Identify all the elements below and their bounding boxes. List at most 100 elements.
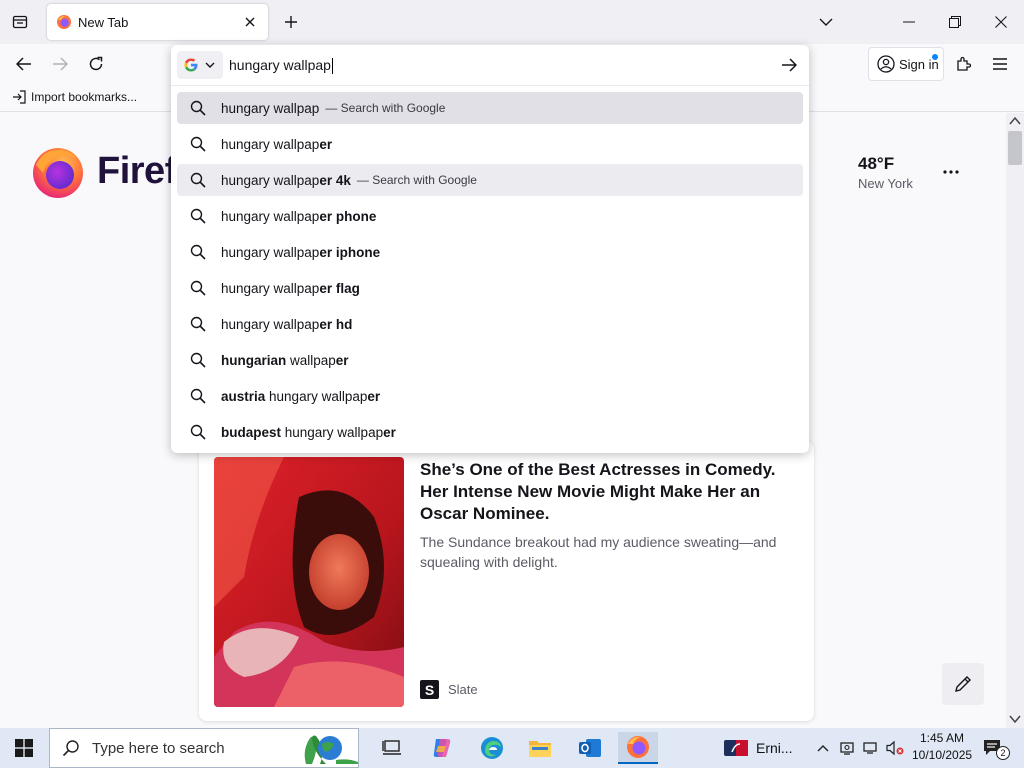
search-icon	[190, 244, 206, 260]
new-tab-button[interactable]	[277, 8, 305, 36]
scrollbar-thumb[interactable]	[1008, 131, 1022, 165]
close-window-button[interactable]	[978, 0, 1024, 44]
scroll-up-arrow-icon[interactable]	[1009, 116, 1021, 126]
chevron-up-icon	[817, 745, 829, 752]
page-scrollbar[interactable]	[1006, 113, 1024, 728]
mlb-icon	[724, 740, 748, 756]
import-bookmarks-label: Import bookmarks...	[31, 90, 138, 104]
suggestion-row[interactable]: hungary wallpaper flag	[177, 272, 803, 304]
start-button[interactable]	[0, 728, 48, 768]
suggestion-completion: er flag	[319, 280, 360, 296]
suggestion-text: hungarian wallpaper	[221, 353, 349, 368]
chevron-down-icon	[819, 18, 833, 26]
volume-button[interactable]	[884, 732, 906, 764]
search-icon	[190, 316, 206, 332]
extensions-button[interactable]	[948, 48, 980, 80]
suggestion-row[interactable]: hungary wallpap — Search with Google	[177, 92, 803, 124]
taskbar-search-placeholder: Type here to search	[92, 739, 225, 757]
suggestion-completion: er	[335, 352, 349, 368]
file-explorer-button[interactable]	[520, 732, 560, 764]
suggestion-completion: er phone	[319, 208, 377, 224]
suggestion-typed-part: hungary wallpap	[221, 280, 320, 296]
close-tab-button[interactable]	[238, 10, 262, 34]
clock-button[interactable]: 1:45 AM 10/10/2025	[912, 731, 972, 762]
news-widget-button[interactable]: Erni...	[716, 732, 800, 764]
search-highlight-icon	[304, 735, 358, 764]
suggestion-row[interactable]: hungary wallpaper hd	[177, 308, 803, 340]
app-menu-button[interactable]	[984, 48, 1016, 80]
suggestion-row[interactable]: hungarian wallpaper	[177, 344, 803, 376]
outlook-icon	[579, 739, 601, 757]
urlbar-divider	[171, 85, 809, 86]
search-icon	[190, 424, 206, 440]
suggestion-row[interactable]: budapest hungary wallpaper	[177, 416, 803, 448]
list-all-tabs-button[interactable]	[812, 8, 840, 36]
story-title[interactable]: She’s One of the Best Actresses in Comed…	[420, 459, 800, 525]
suggestion-text: hungary wallpaper hd	[221, 317, 352, 332]
urlbar-input-value: hungary wallpap	[229, 57, 331, 73]
sign-in-button[interactable]: Sign in	[868, 47, 944, 81]
suggestion-row[interactable]: hungary wallpaper phone	[177, 200, 803, 232]
weather-city: New York	[858, 176, 913, 191]
plus-icon	[285, 16, 297, 28]
firefox-favicon-icon	[57, 15, 71, 29]
firefox-view-button[interactable]	[4, 6, 36, 38]
back-button[interactable]	[8, 48, 40, 80]
search-icon	[190, 208, 206, 224]
edge-button[interactable]	[472, 732, 512, 764]
minimize-button[interactable]	[886, 0, 932, 44]
suggestion-typed-part: hungary wallpap	[221, 136, 320, 152]
story-photo	[214, 457, 404, 707]
suggestion-completion: er iphone	[319, 244, 381, 260]
task-view-icon	[382, 740, 401, 755]
restore-button[interactable]	[932, 0, 978, 44]
go-button[interactable]	[775, 53, 803, 77]
chevron-down-icon	[205, 62, 215, 68]
suggestion-action: — Search with Google	[356, 173, 477, 187]
suggestion-text: budapest hungary wallpaper	[221, 425, 396, 440]
suggestion-prefix: hungarian	[221, 352, 287, 368]
task-view-button[interactable]	[372, 732, 412, 764]
suggestion-row[interactable]: hungary wallpaper iphone	[177, 236, 803, 268]
puzzle-icon	[957, 56, 972, 71]
customize-button[interactable]	[942, 663, 984, 705]
import-icon	[13, 90, 26, 104]
outlook-button[interactable]	[570, 732, 610, 764]
tab-new-tab[interactable]: New Tab	[47, 4, 268, 40]
urlbar-input[interactable]: hungary wallpap	[229, 53, 749, 77]
import-bookmarks-button[interactable]: Import bookmarks...	[12, 90, 137, 104]
meet-now-button[interactable]	[836, 732, 858, 764]
suggestion-text: hungary wallpap	[221, 101, 319, 116]
network-button[interactable]	[860, 732, 882, 764]
suggestion-row[interactable]: austria hungary wallpaper	[177, 380, 803, 412]
suggestion-typed-part: hungary wallpap	[265, 388, 368, 404]
suggestion-completion: er	[367, 388, 381, 404]
volume-muted-icon	[886, 740, 904, 756]
notification-count-badge: 2	[996, 746, 1010, 760]
suggestion-text: austria hungary wallpaper	[221, 389, 380, 404]
show-hidden-icons-button[interactable]	[812, 732, 834, 764]
copilot-button[interactable]	[422, 732, 462, 764]
suggestion-completion: er	[319, 136, 333, 152]
weather-more-button[interactable]	[940, 165, 962, 179]
suggestion-typed-part: hungary wallpap	[221, 208, 320, 224]
clock-date: 10/10/2025	[912, 748, 973, 762]
suggestion-row[interactable]: hungary wallpaper 4k — Search with Google	[177, 164, 803, 196]
notifications-button[interactable]: 2	[978, 732, 1010, 764]
scroll-down-arrow-icon[interactable]	[1009, 714, 1021, 724]
urlbar-popup: hungary wallpap hungary wallpap — Search …	[171, 45, 809, 453]
weather-widget[interactable]: 48°F New York	[858, 154, 913, 191]
search-engine-selector[interactable]	[177, 51, 223, 79]
copilot-icon	[433, 739, 451, 757]
story-source: S Slate	[420, 680, 478, 699]
story-card[interactable]: She’s One of the Best Actresses in Comed…	[199, 441, 814, 721]
taskbar-search-box[interactable]: Type here to search	[49, 728, 359, 768]
suggestion-text: hungary wallpaper iphone	[221, 245, 380, 260]
firefox-taskbar-button[interactable]	[618, 732, 658, 764]
search-icon	[190, 136, 206, 152]
reload-button[interactable]	[80, 48, 112, 80]
suggestion-row[interactable]: hungary wallpaper	[177, 128, 803, 160]
suggestion-text: hungary wallpaper phone	[221, 209, 376, 224]
google-icon	[184, 58, 198, 72]
forward-button[interactable]	[44, 48, 76, 80]
